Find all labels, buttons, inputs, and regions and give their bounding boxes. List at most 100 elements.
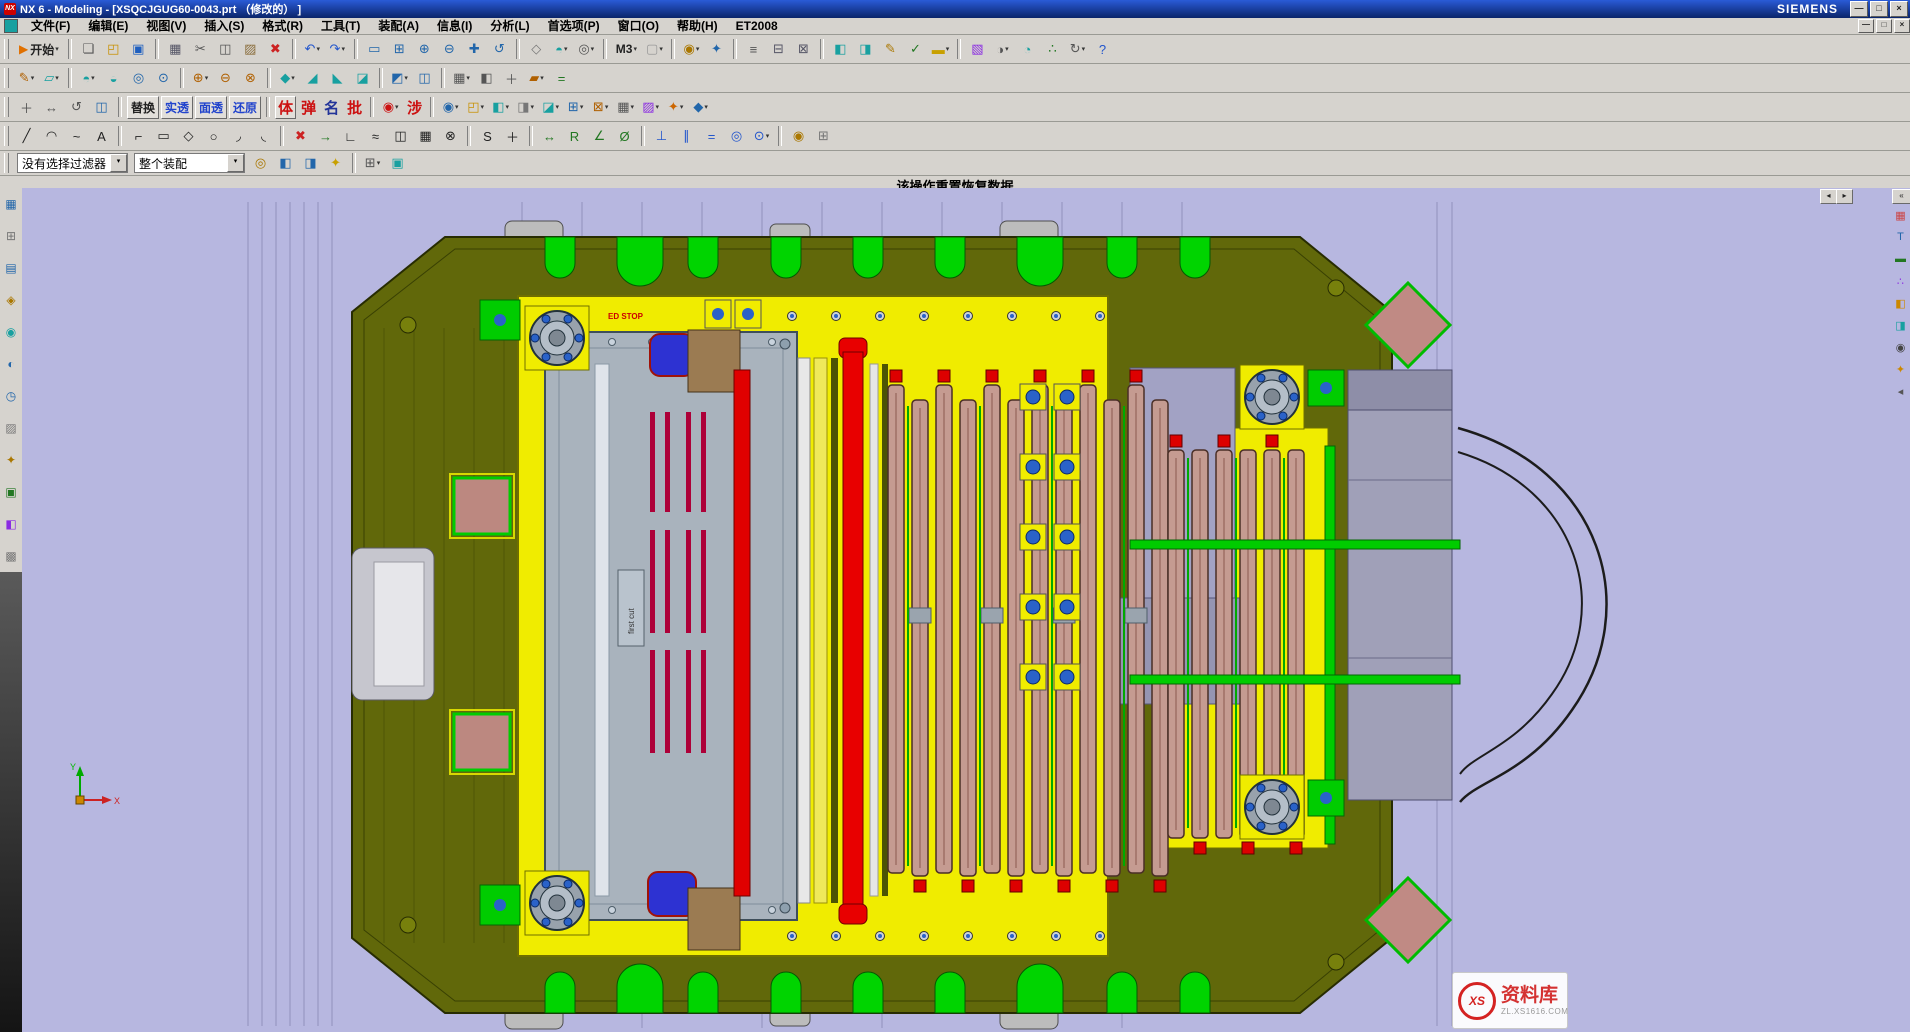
detail-filter-button[interactable]: ▣ — [386, 152, 409, 175]
trim-body-button[interactable]: ◩▾ — [388, 67, 411, 90]
instance-feature-button[interactable]: ▦▾ — [450, 67, 473, 90]
extrude-button-dropdown[interactable]: ▾ — [91, 74, 95, 82]
pattern-component-button-dropdown[interactable]: ▾ — [631, 103, 635, 111]
left-clamp-tab[interactable] — [352, 548, 434, 700]
visible-layers-button[interactable]: ⊟ — [767, 38, 790, 61]
full-screen-icon[interactable]: ▦ — [1892, 204, 1910, 226]
wave-link-button-dropdown[interactable]: ▾ — [556, 103, 560, 111]
paste-button[interactable]: ▨ — [239, 38, 262, 61]
edge-blend-button-dropdown[interactable]: ▾ — [291, 74, 295, 82]
snap-point-button-dropdown[interactable]: ▾ — [696, 45, 700, 53]
constraint-navigator-tab[interactable]: ⊞ — [0, 221, 22, 251]
unite-button-dropdown[interactable]: ▾ — [205, 74, 209, 82]
move-comp-button-dropdown[interactable]: ▾ — [605, 103, 609, 111]
datum-plane-button-dropdown[interactable]: ▾ — [55, 74, 59, 82]
star-icon[interactable]: ✦ — [1892, 358, 1910, 380]
split-body-button[interactable]: ◫ — [413, 67, 436, 90]
help-button[interactable]: ? — [1091, 38, 1114, 61]
graphics-viewport[interactable]: first cut ED STOP — [22, 188, 1910, 1032]
draft-button[interactable]: ◣ — [326, 67, 349, 90]
sequence-button-dropdown[interactable]: ▾ — [656, 103, 660, 111]
menu-et2008[interactable]: ET2008 — [728, 18, 786, 35]
edit-object-button[interactable]: ✎ — [879, 38, 902, 61]
mirror-curve-tool[interactable]: ◫ — [389, 125, 412, 148]
body-toggle-button[interactable]: 体 — [275, 96, 296, 119]
datum-display-button[interactable]: ✦ — [705, 38, 728, 61]
extrude-button[interactable]: ◓▾ — [77, 67, 100, 90]
selection-scope-combo[interactable]: 整个装配 ▾ — [134, 153, 245, 173]
parallel-constraint-tool[interactable]: ∥ — [675, 125, 698, 148]
redo-button-dropdown[interactable]: ▾ — [341, 45, 345, 53]
move-component-button[interactable]: ↔ — [40, 96, 63, 119]
offset-curve-tool[interactable]: ≈ — [364, 125, 387, 148]
assembly-load-button[interactable]: ◧ — [829, 38, 852, 61]
wireframe-view-button[interactable]: ◎▾ — [575, 38, 598, 61]
synchronous-modeling-button[interactable]: ▰▾ — [525, 67, 548, 90]
pattern-component-button[interactable]: ▦▾ — [614, 96, 637, 119]
menu-edit[interactable]: 编辑(E) — [80, 18, 136, 35]
edge-blend-button[interactable]: ◆▾ — [276, 67, 299, 90]
die-insert-plate[interactable]: first cut — [545, 332, 797, 920]
shaded-view-button[interactable]: ◓▾ — [550, 38, 573, 61]
exploded-view-button-dropdown[interactable]: ▾ — [680, 103, 684, 111]
arc-tool[interactable]: ◠ — [40, 125, 63, 148]
rectangle-tool[interactable]: ▭ — [152, 125, 175, 148]
quick-extend-tool[interactable]: → — [314, 125, 337, 148]
toolbar-grip[interactable] — [4, 68, 9, 88]
zoom-button[interactable]: ⊞ — [388, 38, 411, 61]
rotate-component-button[interactable]: ↺ — [65, 96, 88, 119]
history-tab[interactable]: ◷ — [0, 381, 22, 411]
chevron-down-icon[interactable]: ▾ — [227, 154, 244, 172]
dim-radial-tool[interactable]: R — [563, 125, 586, 148]
conic-tool[interactable]: ~ — [65, 125, 88, 148]
trim-body-button-dropdown[interactable]: ▾ — [404, 74, 408, 82]
menu-help[interactable]: 帮助(H) — [669, 18, 726, 35]
toolbar-grip[interactable] — [4, 39, 9, 59]
intersect-button[interactable]: ⊗ — [239, 67, 262, 90]
section-view-button[interactable]: ◔ — [1016, 38, 1039, 61]
chamfer-curve-tool[interactable]: ◟ — [252, 125, 275, 148]
copy-button[interactable]: ◫ — [214, 38, 237, 61]
menu-analysis[interactable]: 分析(L) — [482, 18, 537, 35]
display-mode-button-dropdown[interactable]: ▾ — [1005, 45, 1009, 53]
revolve-button[interactable]: ◒ — [102, 67, 125, 90]
highlight-button[interactable]: ✦ — [324, 152, 347, 175]
blue-insert-top[interactable] — [650, 334, 694, 376]
assembly-navigator-tab[interactable]: ▦ — [0, 189, 22, 219]
new-file-button[interactable]: ❏ — [77, 38, 100, 61]
snap-point-button[interactable]: ◉▾ — [680, 38, 703, 61]
measure-button[interactable]: ▬▾ — [929, 38, 952, 61]
top-selection-button[interactable]: ⊞▾ — [361, 152, 384, 175]
start-button[interactable]: ▶开始▾ — [15, 38, 63, 61]
shaded-view-button-dropdown[interactable]: ▾ — [564, 45, 568, 53]
show-component-button[interactable]: ◧▾ — [489, 96, 512, 119]
open-component-button-dropdown[interactable]: ▾ — [481, 103, 485, 111]
red-marker-button-dropdown[interactable]: ▾ — [395, 103, 399, 111]
check-mate-button[interactable]: ✓ — [904, 38, 927, 61]
make-corner-tool[interactable]: ∟ — [339, 125, 362, 148]
roles-tab[interactable]: ◧ — [0, 509, 22, 539]
batch-toggle-button[interactable]: 批 — [344, 96, 365, 119]
print-button[interactable]: ▦ — [164, 38, 187, 61]
open-component-button[interactable]: ◰▾ — [464, 96, 487, 119]
points-display-icon[interactable]: ∴ — [1892, 270, 1910, 292]
sequence-button[interactable]: ▨▾ — [639, 96, 662, 119]
text-tool[interactable]: A — [90, 125, 113, 148]
swatch-icon[interactable]: ◧ — [1892, 292, 1910, 314]
menu-window[interactable]: 窗口(O) — [610, 18, 667, 35]
display-mode-button[interactable]: ◑▾ — [991, 38, 1014, 61]
doc-restore-button[interactable]: □ — [1876, 19, 1892, 33]
equal-constraint-tool[interactable]: = — [700, 125, 723, 148]
scenes-tab[interactable]: ▩ — [0, 541, 22, 571]
assembly-constraints-button-dropdown[interactable]: ▾ — [580, 103, 584, 111]
background-button-dropdown[interactable]: ▾ — [659, 45, 663, 53]
boss-button[interactable]: ⊙ — [152, 67, 175, 90]
pattern-curve-tool[interactable]: ▦ — [414, 125, 437, 148]
select-edge-button[interactable]: ◨ — [299, 152, 322, 175]
line-tool[interactable]: ╱ — [15, 125, 38, 148]
datum-plane-button[interactable]: ▱▾ — [40, 67, 63, 90]
red-marker-button[interactable]: ◉▾ — [379, 96, 402, 119]
mirror-assembly-button[interactable]: ◫ — [90, 96, 113, 119]
spline-tool[interactable]: S — [476, 125, 499, 148]
hole-button[interactable]: ◎ — [127, 67, 150, 90]
